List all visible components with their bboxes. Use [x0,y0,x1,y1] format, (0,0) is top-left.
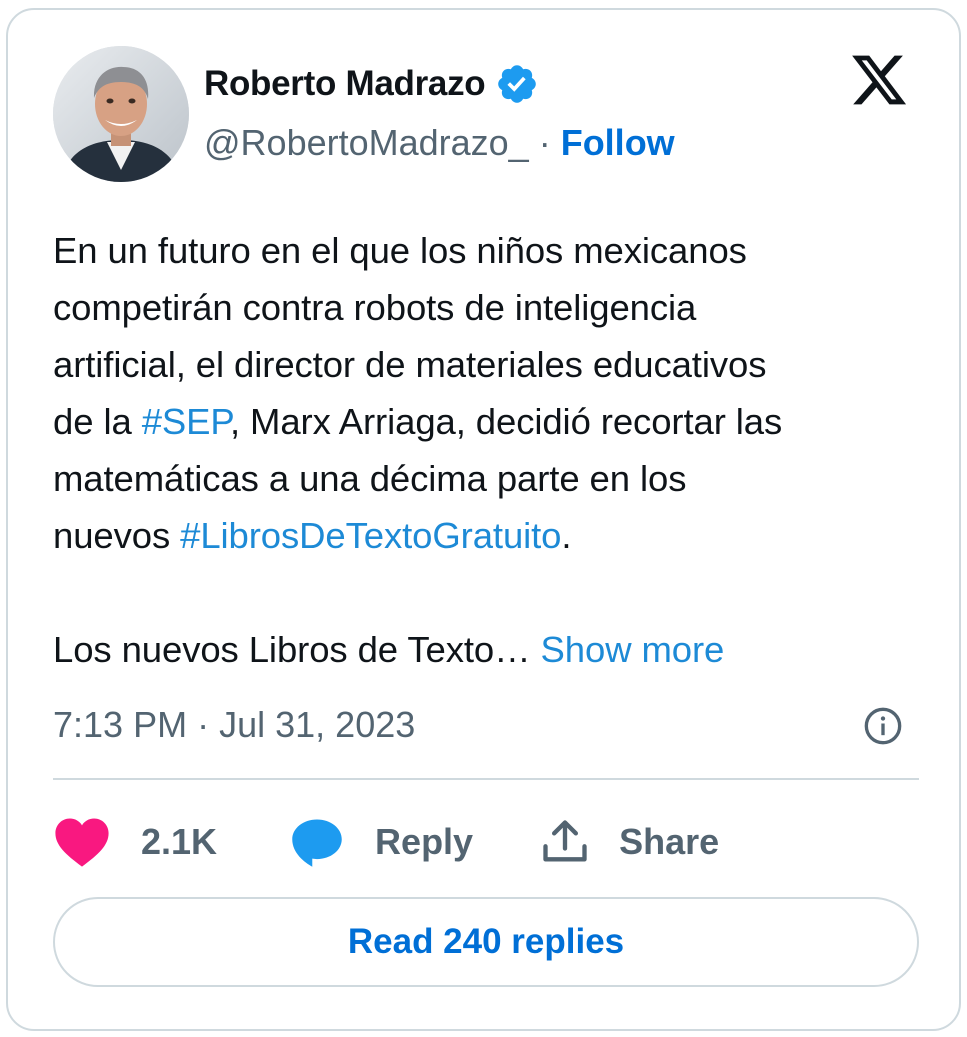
tweet-text-segment: competirán contra robots de inteligencia [53,287,697,328]
tweet-text-segment: de la [53,401,142,442]
tweet-text-segment: , Marx Arriaga, decidió recortar las [229,401,783,442]
x-logo-icon[interactable] [848,50,910,110]
reply-bubble-icon [292,819,342,867]
reply-label: Reply [375,821,474,862]
tweet-line: nuevos #LibrosDeTextoGratuito. [53,507,923,564]
tweet-line: Los nuevos Libros de Texto… Show more [53,621,923,678]
tweet-card: Roberto Madrazo @RobertoMadrazo_ · Follo… [6,8,961,1031]
share-button[interactable]: Share [539,816,719,868]
tweet-text-segment: Los nuevos Libros de Texto… [53,629,541,670]
follow-button[interactable]: Follow [561,122,675,164]
tweet-text: En un futuro en el que los niños mexican… [53,222,923,678]
tweet-line: matemáticas a una décima parte en los [53,450,923,507]
read-replies-button[interactable]: Read 240 replies [53,897,919,987]
tweet-time: 7:13 PM [53,704,188,745]
read-replies-label: Read 240 replies [347,922,625,961]
hashtag-link[interactable]: #LibrosDeTextoGratuito [180,515,561,556]
author-name-row: Roberto Madrazo [204,62,539,106]
share-icon [543,820,587,862]
like-count: 2.1K [141,821,218,862]
reply-button[interactable]: Reply [289,815,473,869]
tweet-text-segment: matemáticas a una décima parte en los [53,458,687,499]
share-label: Share [619,821,720,862]
hashtag-link[interactable]: #SEP [142,401,230,442]
tweet-text-segment: En un futuro en el que los niños mexican… [53,230,747,271]
avatar[interactable] [53,46,189,182]
info-icon[interactable] [863,706,903,746]
timestamp-separator: · [197,704,210,745]
author-handle[interactable]: @RobertoMadrazo_ [204,122,529,164]
tweet-text-segment: nuevos [53,515,181,556]
like-button[interactable]: 2.1K [53,815,217,869]
tweet-line [53,564,923,621]
tweet-line: de la #SEP, Marx Arriaga, decidió recort… [53,393,923,450]
heart-icon [55,818,109,867]
tweet-text-segment: artificial, el director de materiales ed… [53,344,767,385]
separator-dot: · [538,122,551,163]
tweet-line: En un futuro en el que los niños mexican… [53,222,923,279]
author-handle-row: @RobertoMadrazo_ · Follow [204,122,675,164]
tweet-line: artificial, el director de materiales ed… [53,336,923,393]
divider [53,778,919,780]
author-name[interactable]: Roberto Madrazo [204,64,486,104]
tweet-date: Jul 31, 2023 [219,704,416,745]
action-bar: 2.1K Reply Share [53,810,719,874]
verified-badge-icon [498,65,537,103]
tweet-line: competirán contra robots de inteligencia [53,279,923,336]
tweet-text-segment: . [561,515,572,556]
show-more-link[interactable]: Show more [541,629,725,670]
tweet-timestamp[interactable]: 7:13 PM · Jul 31, 2023 [53,704,415,746]
profile-photo [53,46,189,182]
